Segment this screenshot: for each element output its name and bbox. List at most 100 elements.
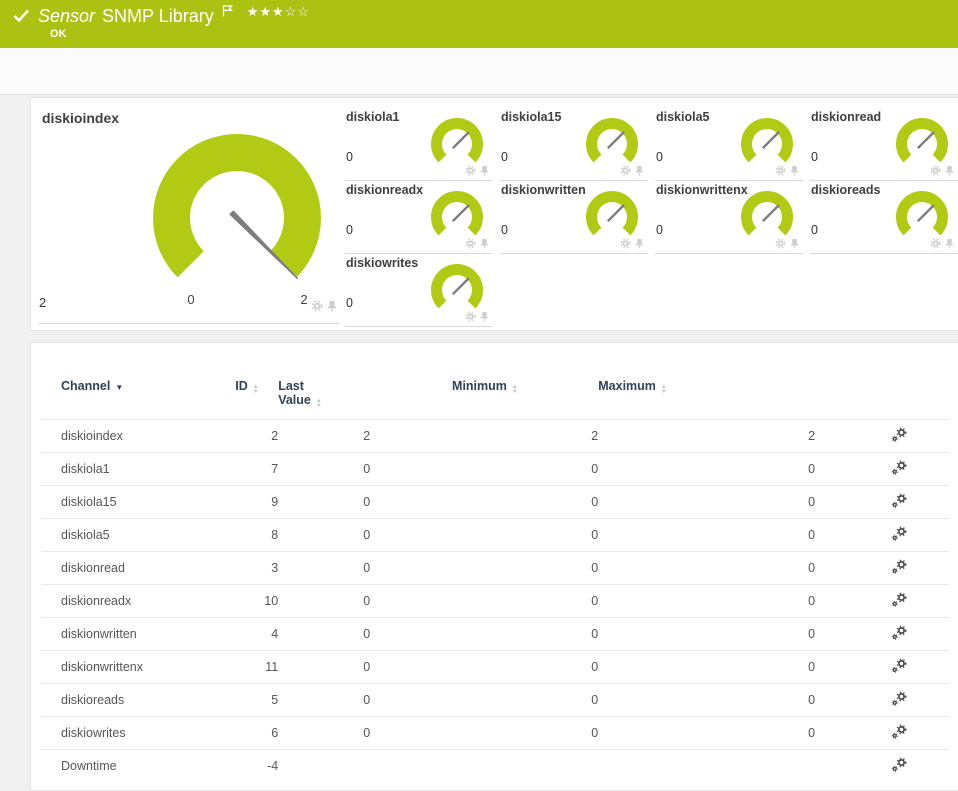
- column-header-minimum[interactable]: Minimum ▲ ▼: [452, 379, 598, 420]
- channel-name-cell: diskioreads: [41, 683, 236, 717]
- gauge-pin-icon[interactable]: [480, 238, 489, 249]
- gauge-cell-value: 0: [656, 223, 663, 237]
- channel-maximum-cell: 0: [598, 584, 816, 618]
- channel-id-cell: 5: [235, 683, 279, 717]
- sort-desc-icon: ▼: [115, 383, 124, 392]
- gauge-settings-gear-icon[interactable]: [930, 165, 941, 176]
- gauge-pin-icon[interactable]: [635, 165, 644, 176]
- edit-channel-icon[interactable]: [891, 592, 907, 607]
- gauge-cell-name: diskionread: [811, 110, 882, 124]
- gauge-scale-min: 0: [187, 292, 195, 307]
- primary-gauge-cell: diskioindex 0 2 2: [31, 98, 345, 332]
- gauge-settings-gear-icon[interactable]: [620, 165, 631, 176]
- channel-row: Downtime -4: [41, 749, 949, 783]
- small-gauge-grid: diskiola1 0 diskiola15 0 diskiola5 0 dis…: [345, 108, 958, 327]
- gauge-settings-gear-icon[interactable]: [465, 165, 476, 176]
- channel-last-value-cell: [278, 749, 453, 783]
- edit-channel-icon[interactable]: [891, 460, 907, 475]
- gauge-cell-name: diskiola5: [656, 110, 710, 124]
- gauge-pin-icon[interactable]: [790, 165, 799, 176]
- gauge-settings-gear-icon[interactable]: [930, 238, 941, 249]
- channel-last-value-cell: 0: [278, 485, 453, 519]
- channel-id-cell: 11: [235, 650, 279, 684]
- channel-id-cell: 7: [235, 452, 279, 486]
- gauge-settings-gear-icon[interactable]: [775, 165, 786, 176]
- gauge-settings-gear-icon[interactable]: [775, 238, 786, 249]
- ok-check-icon: [13, 9, 30, 23]
- column-header-channel[interactable]: Channel ▼: [41, 379, 235, 420]
- channel-maximum-cell: 0: [598, 551, 816, 585]
- gauge-needle: [451, 277, 470, 296]
- channel-last-value-cell: 0: [278, 617, 453, 651]
- channel-maximum-cell: 0: [598, 485, 816, 519]
- edit-channel-icon[interactable]: [891, 724, 907, 739]
- channel-name-cell: diskiowrites: [41, 716, 236, 750]
- gauge-needle: [606, 204, 625, 223]
- channel-name-cell: diskionwritten: [41, 617, 236, 651]
- channel-maximum-cell: 0: [598, 617, 816, 651]
- small-gauge: [741, 118, 793, 163]
- channel-minimum-cell: 0: [452, 716, 599, 750]
- gauge-cell-name: diskiola15: [501, 110, 562, 124]
- sensor-header-bar: Sensor SNMP Library ★★★☆☆ OK: [0, 0, 958, 48]
- sort-icon: ▲ ▼: [315, 398, 322, 409]
- small-gauge-cell: diskiowrites 0: [345, 254, 493, 327]
- edit-channel-icon[interactable]: [891, 526, 907, 541]
- channel-maximum-cell: 0: [598, 650, 816, 684]
- gauge-pin-icon[interactable]: [327, 300, 337, 312]
- gauge-pin-icon[interactable]: [945, 165, 954, 176]
- gauge-needle: [916, 204, 935, 223]
- channel-row: diskionwrittenx 11 0 0 0: [41, 650, 949, 684]
- channel-minimum-cell: 0: [452, 617, 599, 651]
- gauge-pin-icon[interactable]: [790, 238, 799, 249]
- channel-name-cell: diskiola15: [41, 485, 236, 519]
- gauge-cell-value: 0: [656, 150, 663, 164]
- column-header-id[interactable]: ID ▲ ▼: [235, 379, 278, 420]
- column-header-last-value[interactable]: Last Value ▲ ▼: [278, 379, 452, 420]
- sort-icon: ▲ ▼: [252, 384, 259, 395]
- edit-channel-icon[interactable]: [891, 658, 907, 673]
- small-gauge: [586, 191, 638, 236]
- primary-gauge: [153, 133, 321, 280]
- priority-stars[interactable]: ★★★☆☆: [247, 4, 310, 20]
- edit-channel-icon[interactable]: [891, 559, 907, 574]
- tab-bar: Overview Live Data 2 days 30 days 365 da…: [0, 48, 958, 143]
- channel-name-cell: diskioindex: [41, 419, 236, 453]
- gauge-cell-value: 0: [811, 150, 818, 164]
- edit-channel-icon[interactable]: [891, 427, 907, 442]
- primary-gauge-value: 2: [39, 295, 47, 310]
- small-gauge: [431, 118, 483, 163]
- small-gauge-cell: diskiola15 0: [500, 108, 648, 181]
- object-type-label: Sensor: [38, 6, 96, 26]
- gauge-pin-icon[interactable]: [945, 238, 954, 249]
- channel-minimum-cell: [452, 749, 599, 783]
- edit-channel-icon[interactable]: [891, 691, 907, 706]
- column-header-maximum[interactable]: Maximum ▲ ▼: [598, 379, 815, 420]
- channel-id-cell: 8: [235, 518, 279, 552]
- gauge-pin-icon[interactable]: [480, 311, 489, 322]
- small-gauge-cell: diskionwritten 0: [500, 181, 648, 254]
- gauge-cell-value: 0: [346, 150, 353, 164]
- gauge-needle: [606, 131, 625, 150]
- gauge-settings-gear-icon[interactable]: [465, 238, 476, 249]
- channel-table: Channel ▼ ID ▲ ▼ Last Value ▲ ▼ Minimum ▲ ▼ Max…: [41, 379, 949, 783]
- edit-channel-icon[interactable]: [891, 625, 907, 640]
- gauge-settings-gear-icon[interactable]: [620, 238, 631, 249]
- edit-channel-icon[interactable]: [891, 493, 907, 508]
- gauge-pin-icon[interactable]: [635, 238, 644, 249]
- gauge-settings-gear-icon[interactable]: [311, 300, 323, 312]
- gauge-pin-icon[interactable]: [480, 165, 489, 176]
- channel-minimum-cell: 0: [452, 518, 599, 552]
- channel-maximum-cell: [598, 749, 816, 783]
- gauge-cell-name: diskionwrittenx: [656, 183, 748, 197]
- channel-id-cell: 6: [235, 716, 279, 750]
- gauge-settings-gear-icon[interactable]: [465, 311, 476, 322]
- small-gauge-cell: diskiola1 0: [345, 108, 493, 181]
- channel-table-body: diskioindex 2 2 2 2 diskiola1 7 0 0 0 di…: [41, 419, 949, 783]
- channel-minimum-cell: 0: [452, 683, 599, 717]
- sort-icon: ▲ ▼: [511, 384, 518, 395]
- edit-channel-icon[interactable]: [891, 757, 907, 773]
- gauge-needle: [916, 131, 935, 150]
- status-badge: OK: [50, 28, 67, 40]
- channel-id-cell: 3: [235, 551, 279, 585]
